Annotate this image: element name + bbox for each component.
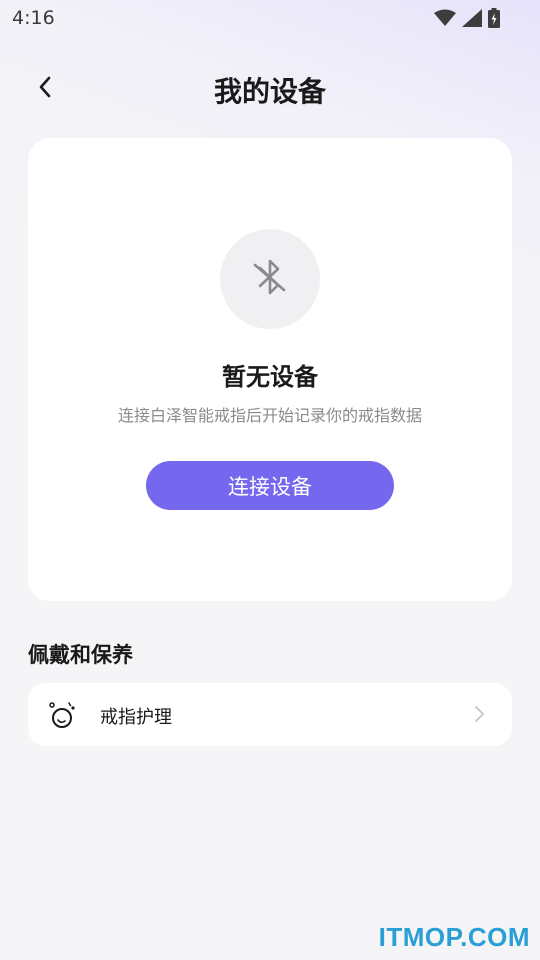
device-card: 暂无设备 连接白泽智能戒指后开始记录你的戒指数据 连接设备: [28, 138, 512, 601]
status-bar: 4:16: [0, 0, 540, 38]
list-item-label: 戒指护理: [100, 707, 172, 728]
bluetooth-disabled-icon: [246, 253, 294, 305]
chevron-right-icon: [472, 704, 486, 724]
empty-state-title: 暂无设备: [222, 363, 318, 391]
list-item-ring-care[interactable]: 戒指护理: [28, 683, 512, 746]
care-section-title: 佩戴和保养: [28, 643, 133, 667]
ring-care-icon: [48, 700, 78, 730]
wifi-icon: [434, 9, 456, 27]
status-icons: [434, 8, 500, 28]
page-title: 我的设备: [213, 75, 326, 108]
watermark: ITMOP.COM: [378, 922, 530, 952]
nav-bar: 我的设备: [0, 62, 540, 116]
status-time: 4:16: [12, 7, 55, 29]
bluetooth-badge: [220, 229, 320, 329]
signal-icon: [462, 9, 482, 27]
empty-state-description: 连接白泽智能戒指后开始记录你的戒指数据: [117, 406, 422, 425]
battery-icon: [488, 8, 500, 28]
connect-device-button[interactable]: 连接设备: [146, 461, 394, 510]
